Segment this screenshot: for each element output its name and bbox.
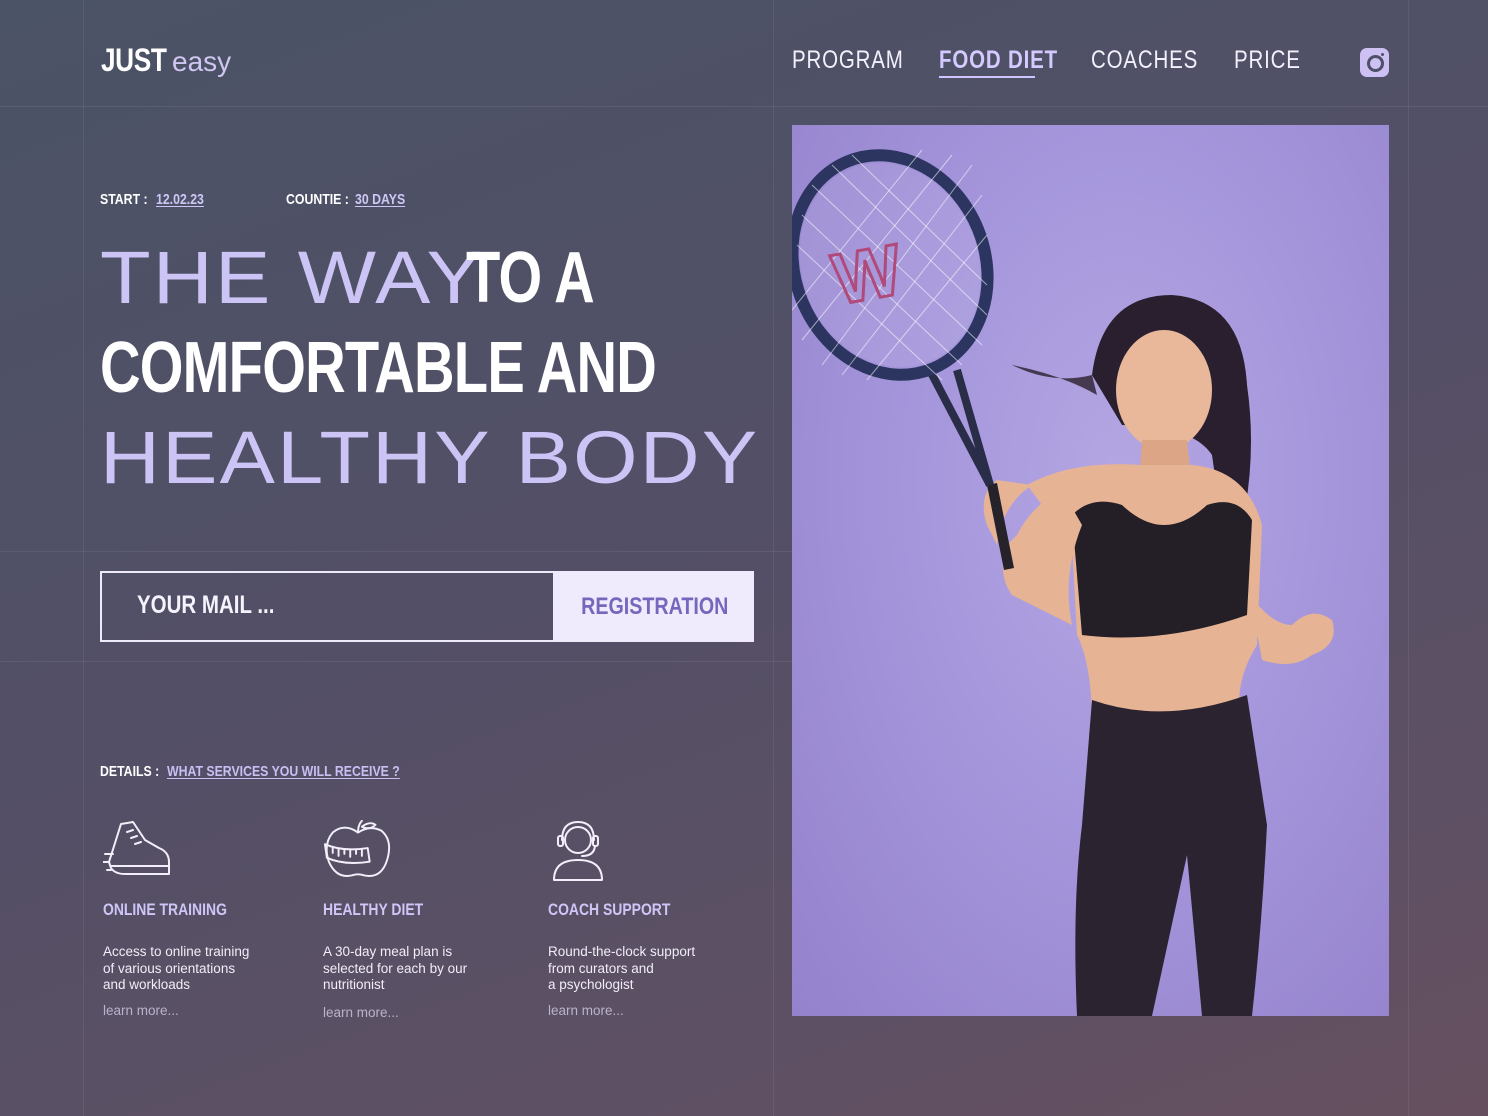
start-label: START : [100, 191, 148, 208]
nav-item-food-diet[interactable]: FOOD DIET [939, 46, 1058, 75]
headset-person-icon [553, 821, 603, 881]
service-healthy-diet: HEALTHY DIET A 30-day meal plan is selec… [323, 818, 523, 1020]
start-value: 12.02.23 [156, 191, 205, 208]
email-placeholder: YOUR MAIL ... [137, 591, 275, 619]
instagram-icon[interactable] [1360, 48, 1389, 77]
grid-line [773, 0, 774, 1116]
grid-line [83, 0, 84, 1116]
learn-more-link[interactable]: learn more... [103, 1003, 179, 1018]
registration-button[interactable]: REGISTRATION [555, 571, 754, 642]
email-field[interactable]: YOUR MAIL ... [100, 571, 555, 642]
headline-line1-light: THE WAY [100, 236, 485, 319]
start-date: START : 12.02.23 [100, 191, 215, 208]
learn-more-link[interactable]: learn more... [548, 1003, 624, 1018]
service-online-training: ONLINE TRAINING Access to online trainin… [102, 818, 303, 1018]
nav-item-coaches[interactable]: COACHES [1091, 46, 1198, 75]
details-link[interactable]: WHAT SERVICES YOU WILL RECEIVE ? [167, 763, 400, 780]
brand-logo-light: easy [172, 46, 232, 77]
registration-button-label: REGISTRATION [580, 592, 729, 620]
learn-more-link[interactable]: learn more... [323, 1005, 399, 1020]
brand-logo[interactable]: JUST easy [101, 42, 231, 82]
headline-line3-light: HEALTHY BODY [100, 416, 760, 499]
service-coach-support: COACH SUPPORT Round-the-clock support fr… [548, 818, 748, 1018]
service-title: HEALTHY DIET [323, 900, 424, 919]
headline-line1-bold: TO A [466, 238, 595, 318]
service-description: A 30-day meal plan is selected for each … [323, 944, 468, 992]
sneaker-icon [102, 821, 170, 875]
count-value: 30 DAYS [354, 191, 405, 208]
registration-form: YOUR MAIL ... REGISTRATION [100, 571, 754, 642]
count-label: COUNTIE : [286, 191, 349, 208]
service-description: Round-the-clock support from curators an… [548, 944, 696, 992]
grid-line [1408, 0, 1409, 1116]
apple-measuring-tape-icon [323, 819, 391, 877]
duration: COUNTIE : 30 DAYS [286, 191, 416, 208]
nav-item-program[interactable]: PROGRAM [792, 46, 904, 75]
headline-line2-bold: COMFORTABLE AND [100, 328, 657, 408]
nav-active-underline [939, 76, 1035, 78]
grid-line [0, 106, 1488, 107]
service-title: ONLINE TRAINING [103, 900, 227, 919]
nav-item-price[interactable]: PRICE [1234, 46, 1301, 75]
service-title: COACH SUPPORT [548, 900, 671, 919]
service-description: Access to online training of various ori… [103, 944, 250, 992]
grid-line [0, 551, 792, 552]
details-label: DETAILS : [100, 763, 160, 780]
grid-line [0, 661, 792, 662]
hero-photo-tennis-player: W [792, 125, 1389, 1016]
tennis-player-illustration: W [792, 149, 1334, 1016]
brand-logo-bold: JUST [101, 42, 167, 78]
details-heading: DETAILS : WHAT SERVICES YOU WILL RECEIVE… [100, 763, 451, 780]
svg-text:W: W [827, 230, 908, 321]
